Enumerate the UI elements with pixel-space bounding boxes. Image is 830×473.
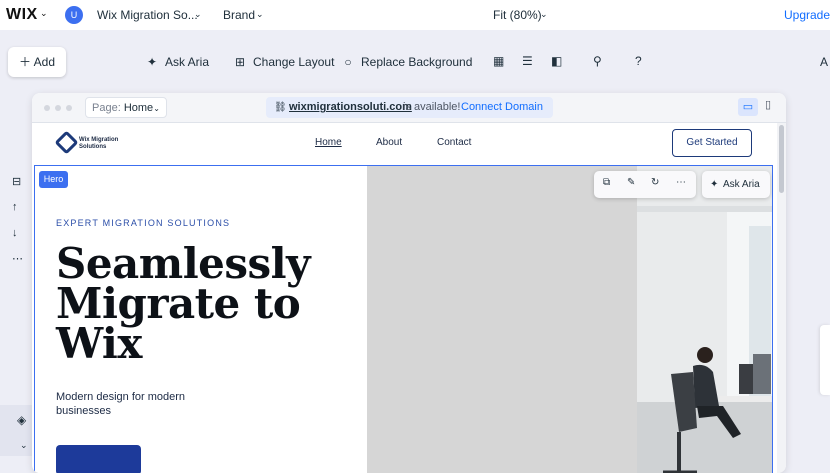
avatar[interactable]: U <box>65 6 83 24</box>
search-settings-icon[interactable]: ⚲ <box>593 54 602 68</box>
link-icon: ⛓ <box>274 102 287 113</box>
chevron-down-icon[interactable]: ⌄ <box>40 8 48 19</box>
chevron-down-icon: ⌄ <box>153 104 160 113</box>
animation-icon[interactable]: ↻ <box>651 177 659 188</box>
wix-logo[interactable]: WIX <box>6 6 38 24</box>
add-button[interactable]: ＋ Add <box>8 47 66 77</box>
hero-section[interactable]: EXPERT MIGRATION SOLUTIONS Seamlessly Mi… <box>34 165 773 473</box>
more-icon[interactable]: ⋯ <box>12 252 23 265</box>
help-button[interactable]: ? <box>635 54 642 68</box>
page-selector-label: Page: <box>92 102 121 114</box>
zoom-menu[interactable]: Fit (80%) <box>493 8 542 22</box>
plus-icon: ＋ <box>18 55 31 69</box>
window-dot <box>55 105 61 111</box>
hero-eyebrow: EXPERT MIGRATION SOLUTIONS <box>56 218 231 228</box>
site-preview-frame: Page: Home ⌄ ⛓ wixmigrationsoluti.com is… <box>32 93 786 473</box>
hero-headline[interactable]: Seamlessly Migrate to Wix <box>56 243 346 365</box>
chevron-down-icon[interactable]: ⌄ <box>20 440 28 451</box>
section-floating-toolbar: ⧉ ✎ ↻ ⋯ <box>594 171 696 198</box>
domain-name[interactable]: wixmigrationsoluti.com <box>289 97 412 118</box>
replace-background-label: Replace Background <box>361 55 473 69</box>
hero-section-tag[interactable]: Hero <box>39 171 68 188</box>
sparkle-icon: ✦ <box>146 55 158 69</box>
change-background-icon[interactable]: ⧉ <box>603 177 610 188</box>
add-button-label: Add <box>33 55 56 69</box>
page-selector-value: Home <box>123 102 154 114</box>
chevron-down-icon[interactable]: ⌄ <box>194 9 202 20</box>
circle-icon: ○ <box>344 55 352 69</box>
design-icon[interactable]: ✎ <box>627 177 635 188</box>
browser-chrome: Page: Home ⌄ ⛓ wixmigrationsoluti.com is… <box>32 93 786 123</box>
get-started-button[interactable]: Get Started <box>672 129 752 157</box>
section-ask-aria-label: Ask Aria <box>723 179 760 190</box>
layers-icon[interactable]: ◈ <box>17 413 26 427</box>
connect-domain-link[interactable]: Connect Domain <box>461 97 543 118</box>
site-header: Wix Migration Solutions Home About Conta… <box>32 123 777 164</box>
brand-menu[interactable]: Brand <box>223 8 255 22</box>
ask-aria-button[interactable]: ✦ Ask Aria <box>145 55 209 69</box>
replace-background-button[interactable]: ○ Replace Background <box>341 55 472 69</box>
domain-status: is available! <box>403 101 461 113</box>
change-layout-label: Change Layout <box>253 55 335 69</box>
domain-bar: ⛓ wixmigrationsoluti.com is available! C… <box>266 97 553 118</box>
section-settings-icon[interactable]: ⊟ <box>12 175 21 188</box>
window-dot <box>44 105 50 111</box>
menu-lines-icon[interactable]: ☰ <box>522 54 533 68</box>
hero-cta-button[interactable] <box>56 445 141 473</box>
desktop-view-icon[interactable]: ▭ <box>738 98 758 116</box>
more-icon[interactable]: ⋯ <box>676 177 686 188</box>
nav-about[interactable]: About <box>376 137 402 148</box>
preview-scrollbar-thumb[interactable] <box>779 125 784 193</box>
layout-icon: ⊞ <box>234 55 246 69</box>
section-ask-aria-button[interactable]: ✦ Ask Aria <box>702 171 770 198</box>
cut-off-label: A <box>820 55 829 69</box>
site-name-menu[interactable]: Wix Migration So... <box>97 8 198 22</box>
site-logo-text[interactable]: Wix Migration Solutions <box>79 137 118 151</box>
ask-aria-label: Ask Aria <box>165 55 210 69</box>
top-bar: WIX ⌄ U Wix Migration So... ⌄ Brand ⌄ Fi… <box>0 0 830 30</box>
site-logo-icon[interactable] <box>54 130 79 155</box>
change-layout-button[interactable]: ⊞ Change Layout <box>233 55 334 69</box>
site-logo-line: Wix Migration <box>79 137 119 143</box>
section-icon[interactable]: ◧ <box>551 54 562 68</box>
side-panel-tab[interactable] <box>820 325 830 395</box>
move-up-icon[interactable]: ↑ <box>12 201 18 213</box>
mobile-view-icon[interactable]: ▯ <box>765 98 771 111</box>
hero-image[interactable] <box>367 166 772 473</box>
site-logo-line: Solutions <box>79 144 107 150</box>
pattern-icon[interactable]: ▦ <box>493 54 504 68</box>
page-selector[interactable]: Page: Home ⌄ <box>85 97 167 118</box>
hero-subtext[interactable]: Modern design for modern businesses <box>56 390 216 418</box>
chevron-down-icon[interactable]: ⌄ <box>256 9 264 20</box>
upgrade-link[interactable]: Upgrade <box>784 8 830 22</box>
sparkle-icon: ✦ <box>710 179 719 190</box>
office-photo <box>367 166 772 473</box>
hero-text-column: EXPERT MIGRATION SOLUTIONS Seamlessly Mi… <box>35 166 367 473</box>
editor-toolbar: ＋ Add ✦ Ask Aria ⊞ Change Layout ○ Replace … <box>0 30 830 92</box>
chevron-down-icon[interactable]: ⌄ <box>540 9 548 20</box>
nav-home[interactable]: Home <box>315 137 342 148</box>
move-down-icon[interactable]: ↓ <box>12 227 18 239</box>
window-dot <box>66 105 72 111</box>
nav-contact[interactable]: Contact <box>437 137 471 148</box>
